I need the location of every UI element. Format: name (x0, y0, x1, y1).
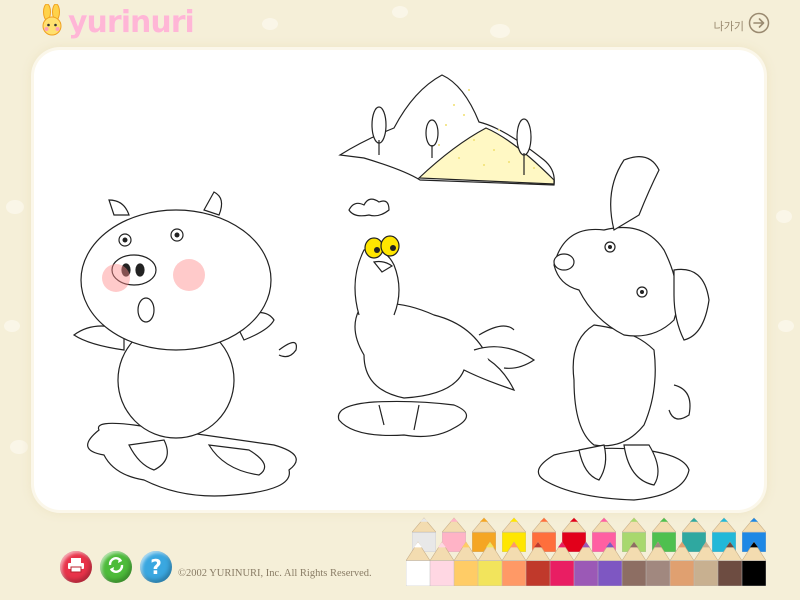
background-dot (6, 200, 24, 214)
logo-text: yurinuri (68, 5, 195, 40)
question-mark-icon: ? (150, 555, 162, 579)
background-dot (490, 24, 510, 38)
exit-label: 나가기 (713, 20, 744, 33)
color-pencil[interactable] (669, 540, 695, 591)
printer-icon (67, 557, 85, 578)
color-pencil[interactable] (741, 540, 767, 591)
hills-drawing[interactable] (338, 74, 555, 186)
color-pencil[interactable] (717, 540, 743, 591)
arrow-right-circle-icon (748, 12, 770, 39)
color-pencil[interactable] (501, 540, 527, 591)
color-pencil[interactable] (477, 540, 503, 591)
color-pencil[interactable] (429, 540, 455, 591)
background-dot (10, 440, 28, 454)
coloring-canvas[interactable] (34, 50, 764, 510)
pig-drawing[interactable] (72, 191, 297, 497)
color-pencil[interactable] (405, 540, 431, 591)
logo[interactable]: yurinuri (38, 3, 195, 41)
exit-button[interactable]: 나가기 (714, 12, 770, 39)
help-button[interactable]: ? (140, 551, 172, 583)
background-dot (262, 18, 278, 30)
background-dot (4, 320, 20, 332)
rabbit-icon (38, 3, 66, 41)
refresh-icon (106, 555, 126, 580)
background-dot (778, 320, 794, 332)
color-pencil[interactable] (573, 540, 599, 591)
rooster-drawing[interactable] (337, 198, 536, 438)
color-pencil[interactable] (597, 540, 623, 591)
color-pencil[interactable] (549, 540, 575, 591)
color-pencil[interactable] (525, 540, 551, 591)
puppy-drawing[interactable] (537, 156, 710, 501)
toolbar: ? (60, 551, 172, 583)
background-dot (776, 210, 792, 223)
color-pencil[interactable] (645, 540, 671, 591)
background-dot (392, 6, 408, 18)
color-palette (405, 516, 770, 587)
color-pencil[interactable] (453, 540, 479, 591)
copyright-text: ©2002 YURINURI, Inc. All Rights Reserved… (178, 568, 372, 579)
refresh-button[interactable] (100, 551, 132, 583)
color-pencil[interactable] (693, 540, 719, 591)
color-pencil[interactable] (621, 540, 647, 591)
print-button[interactable] (60, 551, 92, 583)
